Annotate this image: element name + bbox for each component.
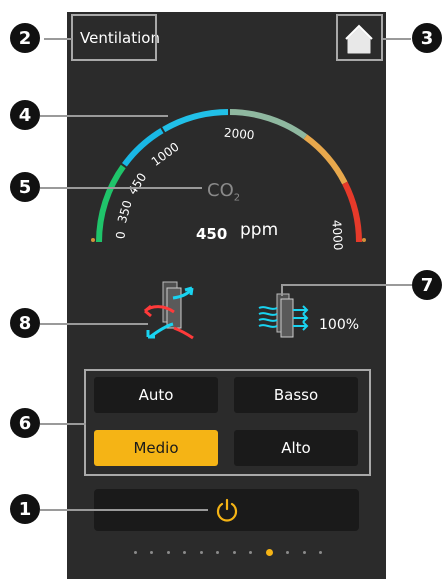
- leader-line-1: [40, 509, 208, 511]
- callout-1: 1: [10, 494, 40, 524]
- leader-line-7: [281, 284, 412, 296]
- callout-7: 7: [412, 270, 442, 300]
